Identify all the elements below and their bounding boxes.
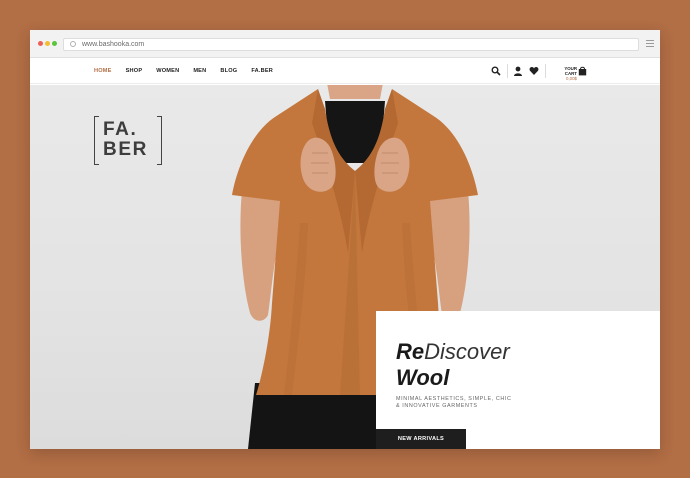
hero-banner: FA. BER ReDiscover Wool MINIMAL AESTHETI…: [30, 85, 660, 449]
nav-divider: [545, 64, 546, 78]
search-icon[interactable]: [491, 66, 501, 76]
cart-summary[interactable]: YOUR CART 0,00$: [551, 66, 577, 81]
nav-links: HOME SHOP WOMEN MEN BLOG FA.BER: [94, 58, 273, 84]
refresh-icon[interactable]: [70, 41, 76, 47]
nav-item-home[interactable]: HOME: [94, 68, 112, 74]
url-text: www.bashooka.com: [82, 41, 145, 48]
nav-item-shop[interactable]: SHOP: [126, 68, 143, 74]
shopping-bag-icon[interactable]: [578, 66, 587, 76]
browser-chrome: www.bashooka.com: [30, 30, 660, 58]
close-window-dot[interactable]: [38, 41, 43, 46]
nav-item-faber[interactable]: FA.BER: [251, 68, 273, 74]
hero-headline: ReDiscover Wool: [396, 339, 510, 391]
logo-line-1: FA.: [103, 119, 138, 140]
headline-bold-2: Wool: [396, 365, 450, 390]
cart-amount: 0,00$: [566, 76, 577, 81]
hamburger-menu-icon[interactable]: [646, 40, 654, 48]
logo-line-2: BER: [103, 139, 148, 160]
address-bar[interactable]: www.bashooka.com: [63, 38, 639, 51]
site-navigation: HOME SHOP WOMEN MEN BLOG FA.BER YOUR CAR…: [30, 58, 660, 84]
nav-item-blog[interactable]: BLOG: [220, 68, 237, 74]
faber-logo[interactable]: FA. BER: [94, 116, 162, 165]
headline-bold-1: Re: [396, 339, 425, 364]
user-icon[interactable]: [513, 66, 523, 76]
new-arrivals-button[interactable]: NEW ARRIVALS: [376, 429, 466, 449]
cart-label: YOUR CART: [564, 66, 577, 76]
nav-item-women[interactable]: WOMEN: [156, 68, 179, 74]
hero-subtitle: MINIMAL AESTHETICS, SIMPLE, CHIC & INNOV…: [396, 396, 512, 409]
headline-light-1: Discover: [424, 339, 510, 364]
maximize-window-dot[interactable]: [52, 41, 57, 46]
minimize-window-dot[interactable]: [45, 41, 50, 46]
promo-panel: ReDiscover Wool MINIMAL AESTHETICS, SIMP…: [376, 311, 660, 449]
nav-item-men[interactable]: MEN: [193, 68, 206, 74]
nav-divider: [507, 64, 508, 78]
heart-icon[interactable]: [529, 66, 539, 76]
browser-window: www.bashooka.com HOME SHOP WOMEN MEN BLO…: [30, 30, 660, 449]
